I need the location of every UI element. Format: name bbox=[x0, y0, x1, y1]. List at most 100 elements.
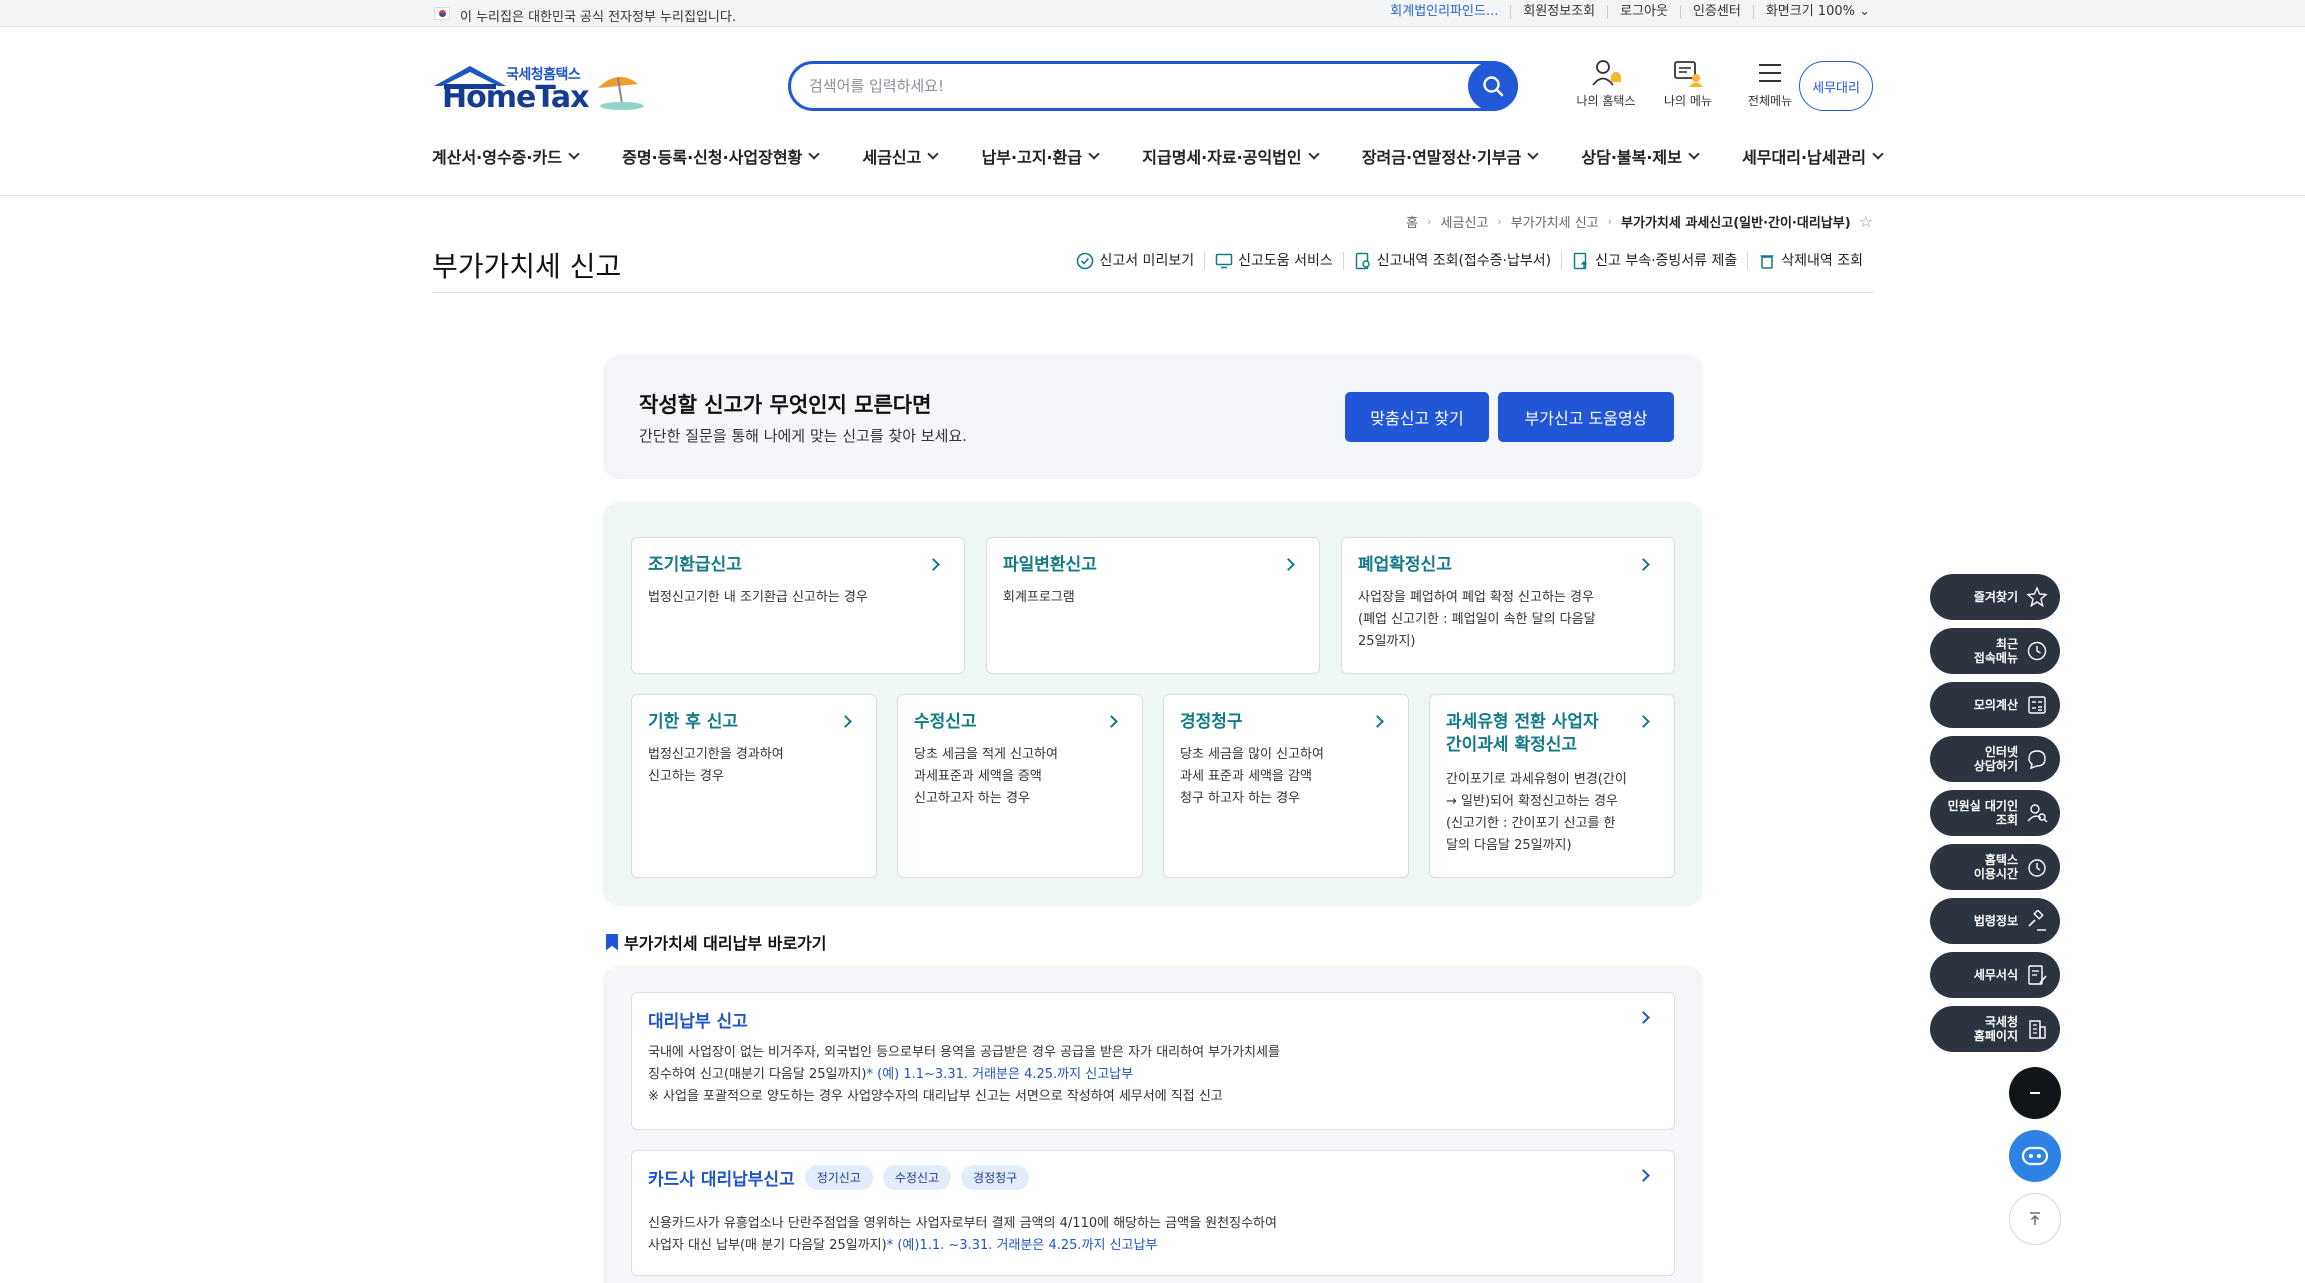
chevron-down-icon bbox=[1872, 148, 1884, 160]
quick-link-filing-history[interactable]: 신고내역 조회(접수증·납부서) bbox=[1342, 252, 1561, 270]
favorite-star-icon[interactable]: ☆ bbox=[1859, 212, 1873, 231]
search-input[interactable] bbox=[809, 74, 1409, 98]
card-closure-final[interactable]: 폐업확정신고 사업장을 폐업하여 폐업 확정 신고하는 경우 (폐업 신고기한 … bbox=[1341, 537, 1675, 674]
gnb-payment-statement[interactable]: 지급명세·자료·공익법인 bbox=[1142, 144, 1320, 168]
scroll-top-button[interactable] bbox=[2009, 1193, 2061, 1245]
chevron-down-icon bbox=[1688, 148, 1700, 160]
breadcrumb-current: 부가가치세 과세신고(일반·간이·대리납부) bbox=[1621, 216, 1851, 231]
card-tax-type-conversion[interactable]: 과세유형 전환 사업자 간이과세 확정신고 간이포기로 과세유형이 변경(간이 →… bbox=[1429, 694, 1675, 878]
zoom-select[interactable]: 화면크기 100% ⌄ bbox=[1752, 5, 1870, 19]
float-law-info[interactable]: 법령정보 bbox=[1930, 898, 2060, 944]
gavel-icon bbox=[2028, 910, 2046, 931]
tag-amended-filing[interactable]: 수정신고 bbox=[882, 1165, 952, 1190]
card-card-company-proxy[interactable]: 카드사 대리납부신고 정기신고 수정신고 경정청구 신용카드사가 유흥업소나 단… bbox=[631, 1150, 1675, 1276]
float-recent-menu[interactable]: 최근 접속메뉴 bbox=[1930, 628, 2060, 674]
float-favorites[interactable]: 즐겨찾기 bbox=[1930, 574, 2060, 620]
card-proxy-payment[interactable]: 대리납부 신고 국내에 사업장이 없는 비거주자, 외국법인 등으로부터 용역을… bbox=[631, 992, 1675, 1130]
chevron-right-icon bbox=[1637, 715, 1650, 728]
gnb-tax-agent[interactable]: 세무대리·납세관리 bbox=[1742, 144, 1884, 168]
tag-correction-claim[interactable]: 경정청구 bbox=[961, 1165, 1030, 1190]
chevron-right-icon bbox=[1637, 1169, 1650, 1182]
gnb-consult-appeal[interactable]: 상담·불복·제보 bbox=[1581, 144, 1700, 168]
gnb-certificate-registration[interactable]: 증명·등록·신청·사업장현황 bbox=[622, 144, 820, 168]
tax-agent-button[interactable]: 세무대리 bbox=[1799, 61, 1873, 111]
float-nts-homepage[interactable]: 국세청 홈페이지 bbox=[1930, 1006, 2060, 1052]
chevron-down-icon bbox=[568, 148, 580, 160]
float-tax-forms[interactable]: 세무서식 bbox=[1930, 952, 2060, 998]
gnb-invoice-receipt-card[interactable]: 계산서·영수증·카드 bbox=[432, 144, 580, 168]
proxy-section-heading: 부가가치세 대리납부 바로가기 bbox=[606, 930, 827, 954]
float-mock-calculation[interactable]: 모의계산 bbox=[1930, 682, 2060, 728]
chevron-down-icon bbox=[1088, 148, 1100, 160]
umbrella-logo-icon bbox=[598, 76, 644, 110]
my-hometax-button[interactable]: 나의 홈택스 bbox=[1565, 58, 1647, 109]
chevron-right-icon bbox=[1637, 558, 1650, 571]
minus-icon bbox=[2030, 1092, 2040, 1094]
chevron-down-icon bbox=[1527, 148, 1539, 160]
hometax-logo[interactable]: 국세청홈택스 HomeTax bbox=[432, 60, 647, 116]
chatbot-icon bbox=[2021, 1146, 2049, 1166]
breadcrumb: 홈 › 세금신고 › 부가가치세 신고 › 부가가치세 과세신고(일반·간이·대리납부… bbox=[1406, 212, 1873, 231]
header-icon-group: 나의 홈택스 나의 메뉴 전체메뉴 bbox=[1565, 58, 1811, 109]
gnb-payment-refund[interactable]: 납부·고지·환급 bbox=[982, 144, 1100, 168]
guide-banner: 작성할 신고가 무엇인지 모른다면 간단한 질문을 통해 나에게 맞는 신고를 … bbox=[603, 355, 1703, 479]
card-amended-return[interactable]: 수정신고 당초 세금을 적게 신고하여 과세표준과 세액을 증액 신고하고자 하… bbox=[897, 694, 1143, 878]
building-icon bbox=[2029, 1020, 2046, 1039]
chat-icon bbox=[2028, 750, 2046, 770]
chevron-right-icon bbox=[1637, 1011, 1650, 1024]
chevron-down-icon bbox=[808, 148, 820, 160]
breadcrumb-tax-filing[interactable]: 세금신고 bbox=[1441, 212, 1489, 231]
float-waiting-lookup[interactable]: 민원실 대기인 조회 bbox=[1930, 790, 2060, 836]
global-nav: 계산서·영수증·카드 증명·등록·신청·사업장현황 세금신고 납부·고지·환급 … bbox=[432, 144, 1884, 168]
card-early-refund[interactable]: 조기환급신고 법정신고기한 내 조기환급 신고하는 경우 bbox=[631, 537, 965, 674]
quick-link-submit-documents[interactable]: 신고 부속·증빙서류 제출 bbox=[1561, 252, 1747, 270]
arrow-up-icon bbox=[2030, 1212, 2040, 1225]
my-menu-button[interactable]: 나의 메뉴 bbox=[1647, 58, 1729, 109]
chevron-down-icon bbox=[927, 148, 940, 160]
quick-link-help-service[interactable]: 신고도움 서비스 bbox=[1204, 252, 1343, 270]
breadcrumb-home[interactable]: 홈 bbox=[1406, 212, 1418, 231]
gnb-tax-filing[interactable]: 세금신고 bbox=[862, 144, 940, 168]
tag-regular-filing[interactable]: 정기신고 bbox=[804, 1165, 873, 1190]
vat-help-video-button[interactable]: 부가신고 도움영상 bbox=[1498, 392, 1674, 442]
gnb-incentive-yearend[interactable]: 장려금·연말정산·기부금 bbox=[1362, 144, 1539, 168]
guide-description: 간단한 질문을 통해 나에게 맞는 신고를 찾아 보세요. bbox=[639, 427, 967, 445]
card-file-conversion[interactable]: 파일변환신고 회계프로그램 bbox=[986, 537, 1320, 674]
korea-flag-icon bbox=[434, 7, 450, 20]
util-link-logout[interactable]: 로그아웃 bbox=[1607, 5, 1680, 19]
collapse-menu-button[interactable] bbox=[2009, 1067, 2061, 1119]
util-link-account[interactable]: 회계법인리파인드... bbox=[1378, 5, 1510, 19]
trash-icon bbox=[1760, 255, 1774, 269]
float-online-consult[interactable]: 인터넷 상담하기 bbox=[1930, 736, 2060, 782]
gov-notice-text: 이 누리집은 대한민국 공식 전자정부 누리집입니다. bbox=[460, 10, 736, 25]
hamburger-icon bbox=[1759, 64, 1781, 82]
bookmark-icon bbox=[606, 933, 618, 951]
document-search-icon bbox=[1355, 252, 1370, 270]
float-service-hours[interactable]: 홈택스 이용시간 bbox=[1930, 844, 2060, 890]
find-custom-filing-button[interactable]: 맞춤신고 찾기 bbox=[1345, 392, 1489, 442]
calculator-icon bbox=[2028, 696, 2046, 714]
search-icon bbox=[1483, 76, 1504, 97]
chevron-right-icon bbox=[1371, 715, 1384, 728]
util-link-cert-center[interactable]: 인증센터 bbox=[1679, 5, 1753, 19]
search-button[interactable] bbox=[1468, 61, 1518, 111]
card-correction-claim[interactable]: 경정청구 당초 세금을 많이 신고하여 과세 표준과 세액을 감액 청구 하고자… bbox=[1163, 694, 1409, 878]
title-divider bbox=[432, 292, 1874, 293]
card-late-filing[interactable]: 기한 후 신고 법정신고기한을 경과하여 신고하는 경우 bbox=[631, 694, 877, 878]
breadcrumb-vat-filing[interactable]: 부가가치세 신고 bbox=[1511, 212, 1599, 231]
chevron-right-icon bbox=[839, 715, 852, 728]
monitor-help-icon bbox=[1215, 253, 1233, 269]
chevron-right-icon bbox=[927, 558, 940, 571]
chatbot-button[interactable] bbox=[2009, 1130, 2061, 1182]
check-badge-icon bbox=[1077, 252, 1094, 270]
document-upload-icon bbox=[1573, 252, 1588, 270]
search-box bbox=[788, 61, 1518, 111]
util-link-member-info[interactable]: 회원정보조회 bbox=[1510, 5, 1607, 19]
user-bell-icon bbox=[1592, 60, 1621, 86]
clock-icon bbox=[2027, 641, 2047, 661]
header-divider bbox=[0, 195, 2305, 196]
person-search-icon bbox=[2027, 804, 2048, 823]
quick-link-preview[interactable]: 신고서 미리보기 bbox=[1066, 252, 1204, 270]
quick-link-deleted-history[interactable]: 삭제내역 조회 bbox=[1747, 252, 1873, 270]
utility-links: 회계법인리파인드... 회원정보조회 로그아웃 인증센터 화면크기 100% ⌄ bbox=[1378, 5, 1870, 19]
